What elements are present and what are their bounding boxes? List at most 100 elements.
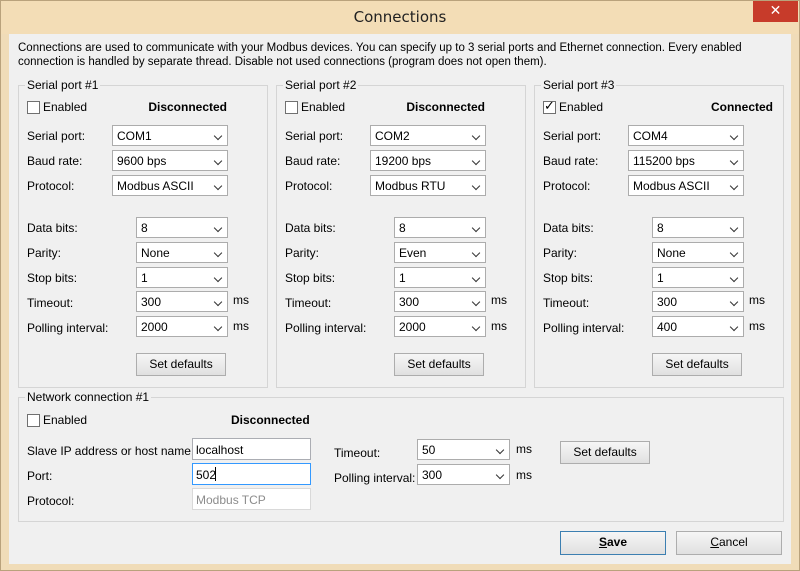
cancel-button[interactable]: Cancel xyxy=(676,531,782,555)
network-polling-value: 300 xyxy=(422,468,443,482)
serial-port-label: Serial port: xyxy=(27,129,86,143)
polling-interval-combo[interactable]: 400 xyxy=(652,316,744,337)
data-bits-combo-value: 8 xyxy=(141,221,148,235)
chevron-down-icon xyxy=(214,271,224,283)
connection-status: Disconnected xyxy=(148,100,227,114)
serial-port-combo[interactable]: COM4 xyxy=(628,125,744,146)
chevron-down-icon xyxy=(214,320,224,332)
data-bits-combo[interactable]: 8 xyxy=(652,217,744,238)
baud-rate-combo[interactable]: 9600 bps xyxy=(112,150,228,171)
enabled-checkbox[interactable] xyxy=(543,99,556,114)
save-button[interactable]: Save xyxy=(560,531,666,555)
timeout-combo[interactable]: 300 xyxy=(652,291,744,312)
group-title: Serial port #2 xyxy=(283,78,359,92)
chevron-down-icon xyxy=(214,221,224,233)
parity-combo-value: None xyxy=(657,246,686,260)
stop-bits-combo-value: 1 xyxy=(141,271,148,285)
data-bits-combo-value: 8 xyxy=(399,221,406,235)
parity-combo[interactable]: None xyxy=(652,242,744,263)
title-bar: Connections ✕ xyxy=(1,1,799,34)
network-enabled-checkbox[interactable] xyxy=(27,414,40,427)
chevron-down-icon xyxy=(496,443,506,455)
port-label: Port: xyxy=(27,469,53,483)
parity-combo[interactable]: None xyxy=(136,242,228,263)
chevron-down-icon xyxy=(730,129,740,141)
stop-bits-combo[interactable]: 1 xyxy=(652,267,744,288)
timeout-combo[interactable]: 300 xyxy=(136,291,228,312)
timeout-combo-value: 300 xyxy=(657,295,678,309)
baud-rate-combo-value: 115200 bps xyxy=(633,154,695,168)
close-icon[interactable]: ✕ xyxy=(753,1,798,22)
data-bits-combo[interactable]: 8 xyxy=(394,217,486,238)
baud-rate-label: Baud rate: xyxy=(285,154,341,168)
connection-status: Disconnected xyxy=(406,100,485,114)
protocol-combo-value: Modbus ASCII xyxy=(117,179,194,193)
parity-label: Parity: xyxy=(285,246,320,260)
network-timeout-value: 50 xyxy=(422,443,436,457)
port-input[interactable]: 502 xyxy=(192,463,311,485)
polling-interval-label: Polling interval: xyxy=(27,321,109,335)
host-label: Slave IP address or host name: xyxy=(27,444,195,458)
enabled-label: Enabled xyxy=(43,413,88,427)
serial-port-combo[interactable]: COM2 xyxy=(370,125,486,146)
network-polling-combo[interactable]: 300 xyxy=(417,464,510,485)
enabled-checkbox[interactable] xyxy=(285,101,298,114)
set-defaults-button[interactable]: Set defaults xyxy=(652,353,742,376)
network-protocol-field: Modbus TCP xyxy=(192,488,311,510)
serial-port-combo[interactable]: COM1 xyxy=(112,125,228,146)
polling-interval-combo-value: 2000 xyxy=(141,320,168,334)
stop-bits-label: Stop bits: xyxy=(27,271,78,285)
protocol-combo-value: Modbus ASCII xyxy=(633,179,710,193)
timeout-combo-value: 300 xyxy=(399,295,420,309)
polling-interval-combo[interactable]: 2000 xyxy=(136,316,228,337)
ms-unit: ms xyxy=(233,293,249,307)
ms-unit: ms xyxy=(749,319,765,333)
chevron-down-icon xyxy=(214,129,224,141)
group-title: Serial port #3 xyxy=(541,78,617,92)
protocol-combo[interactable]: Modbus ASCII xyxy=(628,175,744,196)
chevron-down-icon xyxy=(214,179,224,191)
enabled-label: Enabled xyxy=(301,100,346,114)
ms-unit: ms xyxy=(516,468,532,482)
stop-bits-combo[interactable]: 1 xyxy=(394,267,486,288)
baud-rate-combo[interactable]: 115200 bps xyxy=(628,150,744,171)
chevron-down-icon xyxy=(214,246,224,258)
data-bits-label: Data bits: xyxy=(543,221,594,235)
dialog-body: Connections are used to communicate with… xyxy=(9,34,791,564)
serial-port-label: Serial port: xyxy=(543,129,602,143)
connection-status: Connected xyxy=(710,100,773,114)
protocol-label: Protocol: xyxy=(27,494,75,508)
timeout-combo[interactable]: 300 xyxy=(394,291,486,312)
parity-label: Parity: xyxy=(543,246,578,260)
protocol-combo[interactable]: Modbus RTU xyxy=(370,175,486,196)
stop-bits-combo-value: 1 xyxy=(657,271,664,285)
serial-port-combo-value: COM1 xyxy=(117,129,152,143)
serial-port-combo-value: COM4 xyxy=(633,129,668,143)
baud-rate-combo[interactable]: 19200 bps xyxy=(370,150,486,171)
chevron-down-icon xyxy=(730,221,740,233)
parity-combo-value: None xyxy=(141,246,170,260)
save-label: ave xyxy=(606,535,628,549)
enabled-checkbox[interactable] xyxy=(27,101,40,114)
polling-interval-combo-value: 400 xyxy=(657,320,678,334)
port-value: 502 xyxy=(196,468,217,482)
stop-bits-combo[interactable]: 1 xyxy=(136,267,228,288)
set-defaults-button[interactable]: Set defaults xyxy=(394,353,484,376)
window-title: Connections xyxy=(353,8,447,26)
parity-combo[interactable]: Even xyxy=(394,242,486,263)
set-defaults-button[interactable]: Set defaults xyxy=(136,353,226,376)
polling-interval-combo[interactable]: 2000 xyxy=(394,316,486,337)
data-bits-combo[interactable]: 8 xyxy=(136,217,228,238)
serial-port-group-2: Serial port #2 Enabled Disconnected Serial … xyxy=(276,78,526,388)
baud-rate-combo-value: 9600 bps xyxy=(117,154,167,168)
enabled-label: Enabled xyxy=(43,100,88,114)
protocol-combo[interactable]: Modbus ASCII xyxy=(112,175,228,196)
chevron-down-icon xyxy=(730,271,740,283)
ms-unit: ms xyxy=(749,293,765,307)
network-timeout-combo[interactable]: 50 xyxy=(417,439,510,460)
network-set-defaults-button[interactable]: Set defaults xyxy=(560,441,650,464)
chevron-down-icon xyxy=(472,271,482,283)
host-input[interactable]: localhost xyxy=(192,438,311,460)
text-caret xyxy=(215,467,216,481)
network-protocol-value: Modbus TCP xyxy=(196,493,266,507)
